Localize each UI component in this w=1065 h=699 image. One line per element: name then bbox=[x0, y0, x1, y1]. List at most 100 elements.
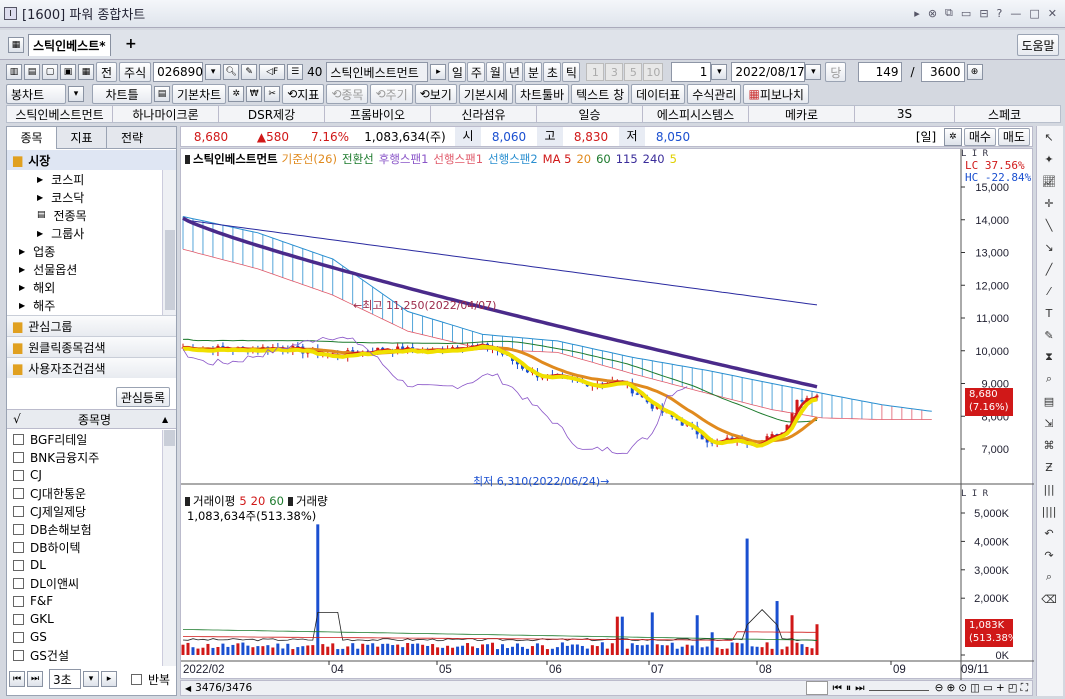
list-item[interactable]: F&F bbox=[7, 592, 162, 610]
basic-chart-button[interactable]: 기본차트 bbox=[172, 84, 227, 104]
list-item[interactable]: GS bbox=[7, 628, 162, 646]
chart-area[interactable]: 15,000 14,000 13,000 12,000 11,000 10,000 9,00… bbox=[180, 148, 1034, 680]
line-icon[interactable]: ╱ bbox=[1037, 258, 1061, 280]
period-year[interactable]: 년 bbox=[505, 62, 524, 82]
grid-icon[interactable]: ▦ bbox=[8, 37, 24, 53]
period-day[interactable]: 일 bbox=[448, 62, 467, 82]
jeon-button[interactable]: 전 bbox=[96, 62, 118, 82]
candle-icon[interactable]: ⧗ bbox=[1037, 346, 1061, 368]
link-icon[interactable]: ⊗ bbox=[928, 7, 937, 20]
legend-item-10[interactable]: 5 bbox=[670, 152, 677, 166]
print-icon[interactable]: ▤ bbox=[24, 64, 40, 80]
sheet-icon[interactable]: ▦ bbox=[78, 64, 94, 80]
legend-item-3[interactable]: 선행스팬1 bbox=[433, 151, 483, 167]
fib-icon[interactable]: Ƶ bbox=[1037, 456, 1061, 478]
shortcut-1[interactable]: 하나마이크론 bbox=[113, 105, 219, 123]
currency-icon[interactable]: ₩ bbox=[246, 86, 263, 102]
scroll-thumb[interactable] bbox=[806, 681, 829, 695]
window-icon[interactable]: ▢ bbox=[42, 64, 58, 80]
export-icon[interactable]: ⇲ bbox=[1037, 412, 1061, 434]
zoom-in-icon[interactable]: ⊕ bbox=[946, 682, 955, 694]
shortcut-6[interactable]: 에스피시스템스 bbox=[643, 105, 749, 123]
shortcut-9[interactable]: 스페코 bbox=[955, 105, 1054, 123]
split-icon[interactable]: ◫ bbox=[970, 682, 980, 694]
minimize-icon[interactable]: — bbox=[1010, 7, 1021, 20]
period-month[interactable]: 월 bbox=[486, 62, 505, 82]
layout-icon[interactable]: ▭ bbox=[983, 682, 993, 694]
row-checkbox[interactable] bbox=[13, 433, 24, 445]
dang-button[interactable]: 당 bbox=[825, 62, 847, 82]
zoom-tool-icon[interactable]: ⌕ bbox=[1037, 368, 1061, 390]
data-table-button[interactable]: 데이터표 bbox=[631, 84, 686, 104]
text-icon[interactable]: T bbox=[1037, 302, 1061, 324]
window-split-icon[interactable]: ◰ bbox=[1008, 682, 1018, 694]
list-item[interactable]: BGF리테일 bbox=[7, 430, 162, 448]
repeat-checkbox[interactable] bbox=[131, 673, 142, 685]
tree-item-industry[interactable]: ▶ 업종 bbox=[19, 242, 176, 260]
zoom-icon[interactable]: ⊕ bbox=[966, 64, 983, 80]
interval-dropdown-icon[interactable]: ▾ bbox=[83, 671, 99, 687]
list-item[interactable]: DL bbox=[7, 556, 162, 574]
help-icon[interactable]: ? bbox=[997, 7, 1003, 20]
period-minute[interactable]: 분 bbox=[524, 62, 543, 82]
scroll-left-icon[interactable]: ◀ bbox=[185, 684, 191, 693]
list-item[interactable]: CJ bbox=[7, 466, 162, 484]
reset-icon[interactable]: ⊙ bbox=[958, 682, 967, 694]
stock-type-button[interactable]: 주식 bbox=[119, 62, 152, 82]
gear-icon[interactable]: ✲ bbox=[943, 127, 962, 146]
fullscreen-icon[interactable]: ⛶ bbox=[1021, 682, 1028, 695]
volume-lir-tag[interactable]: L I R bbox=[961, 489, 988, 499]
row-checkbox[interactable] bbox=[13, 577, 24, 589]
close-icon[interactable]: ✕ bbox=[1048, 7, 1057, 20]
list-item[interactable]: CJ대한통운 bbox=[7, 484, 162, 502]
shortcut-8[interactable]: 3S bbox=[855, 105, 955, 123]
search-icon[interactable]: 🔍︎ bbox=[223, 64, 240, 80]
indicator-button[interactable]: ⟲ 지표 bbox=[282, 84, 325, 104]
chart-scrollbar[interactable]: ◀ 3476/3476 ⏮ ⏸ ⏭ ⊖ ⊕ ⊙ ◫ ▭ + ◰ ⛶ bbox=[180, 680, 1033, 696]
row-checkbox[interactable] bbox=[13, 541, 24, 553]
date-input[interactable]: 2022/08/17 bbox=[731, 62, 806, 82]
chart-toolbar-button[interactable]: 차트툴바 bbox=[514, 84, 570, 104]
list-item[interactable]: GS건설 bbox=[7, 646, 162, 664]
tool-menu-icon[interactable]: ✦ bbox=[1037, 148, 1061, 170]
legend-item-2[interactable]: 후행스팬1 bbox=[379, 151, 429, 167]
list-item[interactable]: DL이앤씨 bbox=[7, 574, 162, 592]
copy-icon[interactable]: ⧉ bbox=[945, 6, 953, 20]
expand-icon[interactable]: ▸ bbox=[430, 64, 447, 80]
shortcut-3[interactable]: 프롬바이오 bbox=[325, 105, 431, 123]
shortcut-2[interactable]: DSR제강 bbox=[219, 105, 325, 123]
undo-icon[interactable]: ↶ bbox=[1037, 522, 1061, 544]
zoom-slider[interactable] bbox=[868, 685, 929, 691]
redo-icon[interactable]: ↷ bbox=[1037, 544, 1061, 566]
legend-item-6[interactable]: 20 bbox=[576, 152, 591, 166]
section-user-condition[interactable]: ▆ 사용자조건검색 bbox=[7, 357, 176, 378]
ray-icon[interactable]: ↘ bbox=[1037, 236, 1061, 258]
tree-item-kosdaq[interactable]: ▶ 코스닥 bbox=[37, 188, 176, 206]
tab-strategy[interactable]: 전략 bbox=[107, 127, 157, 149]
first-icon[interactable]: ⏮ bbox=[9, 671, 25, 687]
list-item[interactable]: BNK금융지주 bbox=[7, 448, 162, 466]
maximize-icon[interactable]: □ bbox=[1029, 7, 1039, 20]
scroll-up-icon[interactable]: ▲ bbox=[162, 415, 176, 424]
first-page-icon[interactable]: ⏮ bbox=[832, 682, 841, 695]
row-checkbox[interactable] bbox=[13, 613, 24, 625]
shortcut-5[interactable]: 일승 bbox=[537, 105, 643, 123]
legend-item-1[interactable]: 전환선 bbox=[342, 151, 374, 167]
row-checkbox[interactable] bbox=[13, 595, 24, 607]
period-second[interactable]: 초 bbox=[543, 62, 562, 82]
bars-icon[interactable]: ||| bbox=[1037, 478, 1061, 500]
tab-active[interactable]: 스틱인베스트* bbox=[28, 34, 111, 56]
trend-line-icon[interactable]: ╲ bbox=[1037, 214, 1061, 236]
list-item[interactable]: GKL bbox=[7, 610, 162, 628]
count-input[interactable]: 149 bbox=[858, 62, 903, 82]
formula-button[interactable]: 수식관리 bbox=[687, 84, 742, 104]
chart-type-dropdown-icon[interactable]: ▾ bbox=[68, 86, 84, 102]
row-checkbox[interactable] bbox=[13, 469, 24, 481]
list-item[interactable]: DB하이텍 bbox=[7, 538, 162, 556]
legend-item-9[interactable]: 240 bbox=[643, 152, 665, 166]
add-watchlist-button[interactable]: 관심등록 bbox=[115, 387, 170, 407]
last-page-icon[interactable]: ⏭ bbox=[855, 682, 864, 695]
zoom-out-icon[interactable]: ⊖ bbox=[935, 682, 944, 694]
pen-icon[interactable]: ✎ bbox=[241, 64, 258, 80]
add-tab-button[interactable]: + bbox=[125, 36, 137, 52]
